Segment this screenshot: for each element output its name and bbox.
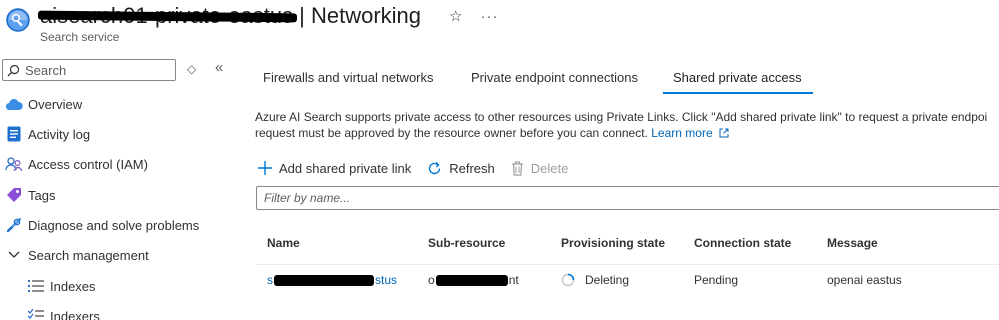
search-service-icon (4, 6, 32, 34)
sidebar-item-label: Diagnose and solve problems (28, 217, 200, 233)
row-provisioning-state: Deleting (561, 273, 629, 287)
external-link-icon (719, 128, 729, 138)
tag-icon (4, 185, 24, 205)
row-message: openai eastus (827, 273, 902, 287)
sidebar-item-label: Indexers (50, 308, 100, 320)
column-header-name[interactable]: Name (267, 236, 300, 250)
tab-private-endpoint-connections[interactable]: Private endpoint connections (471, 70, 638, 85)
sidebar-search-box[interactable] (2, 59, 176, 81)
activity-log-icon (4, 124, 24, 144)
sidebar-item-diagnose[interactable]: Diagnose and solve problems (0, 210, 235, 240)
collapse-sidebar-icon[interactable]: « (215, 59, 223, 76)
sidebar-item-label: Tags (28, 187, 56, 203)
list-icon (26, 276, 46, 296)
column-header-sub-resource[interactable]: Sub-resource (428, 236, 505, 250)
command-bar: Add shared private link Refresh Delete (258, 156, 584, 180)
row-subresource: o nt (428, 273, 519, 287)
tab-shared-private-access[interactable]: Shared private access (673, 70, 802, 85)
sidebar-item-indexes[interactable]: Indexes (0, 271, 235, 301)
chevron-down-icon (4, 245, 24, 265)
loading-spinner-icon (561, 273, 575, 287)
sort-toggle-icon[interactable]: ◇ (187, 62, 196, 76)
sidebar-item-label: Access control (IAM) (28, 156, 148, 172)
indexer-icon (26, 306, 46, 320)
row-connection-state: Pending (694, 273, 739, 287)
resource-name-redacted: aisearch01-private-eastus (37, 3, 298, 29)
column-header-provisioning-state[interactable]: Provisioning state (561, 236, 665, 250)
add-shared-private-link-button[interactable]: Add shared private link (258, 161, 411, 176)
column-header-message[interactable]: Message (827, 236, 878, 250)
redacted-block (435, 274, 508, 286)
cloud-icon (4, 94, 24, 114)
column-header-connection-state[interactable]: Connection state (694, 236, 791, 250)
sidebar-item-label: Overview (28, 96, 83, 112)
filter-box[interactable] (256, 186, 999, 210)
learn-more-link[interactable]: Learn more (651, 126, 729, 140)
table-header-divider (256, 264, 999, 265)
sidebar-search-input[interactable] (25, 62, 165, 78)
people-icon (4, 154, 24, 174)
plus-icon (258, 161, 272, 175)
page-title: | Networking (299, 3, 422, 28)
sidebar-item-label: Activity log (28, 126, 91, 142)
tab-firewalls[interactable]: Firewalls and virtual networks (263, 70, 434, 85)
sidebar-item-activity-log[interactable]: Activity log (0, 119, 235, 149)
delete-button[interactable]: Delete (511, 160, 568, 176)
wrench-icon (4, 215, 24, 235)
trash-icon (511, 160, 523, 176)
favorite-star-icon[interactable]: ☆ (449, 7, 462, 25)
more-options-icon[interactable]: ··· (480, 8, 498, 25)
sidebar-item-label: Indexes (50, 278, 96, 294)
refresh-button[interactable]: Refresh (427, 161, 495, 176)
refresh-icon (429, 161, 441, 174)
search-icon (7, 64, 20, 76)
sidebar-item-tags[interactable]: Tags (0, 180, 235, 210)
row-name-link[interactable]: s stus (267, 273, 397, 287)
sidebar-item-label: Search management (28, 247, 149, 263)
filter-by-name-input[interactable] (257, 187, 999, 209)
redacted-block (274, 274, 374, 286)
sidebar-group-search-management[interactable]: Search management (0, 240, 235, 270)
active-tab-indicator (663, 92, 813, 94)
sidebar-item-overview[interactable]: Overview (0, 89, 235, 119)
sidebar-item-indexers[interactable]: Indexers (0, 301, 235, 320)
description-text: Azure AI Search supports private access … (255, 110, 988, 140)
resource-type-subtitle: Search service (40, 30, 120, 44)
page-title-row: aisearch01-private-eastus | Networking ☆… (37, 0, 498, 32)
sidebar-item-access-control[interactable]: Access control (IAM) (0, 149, 235, 179)
